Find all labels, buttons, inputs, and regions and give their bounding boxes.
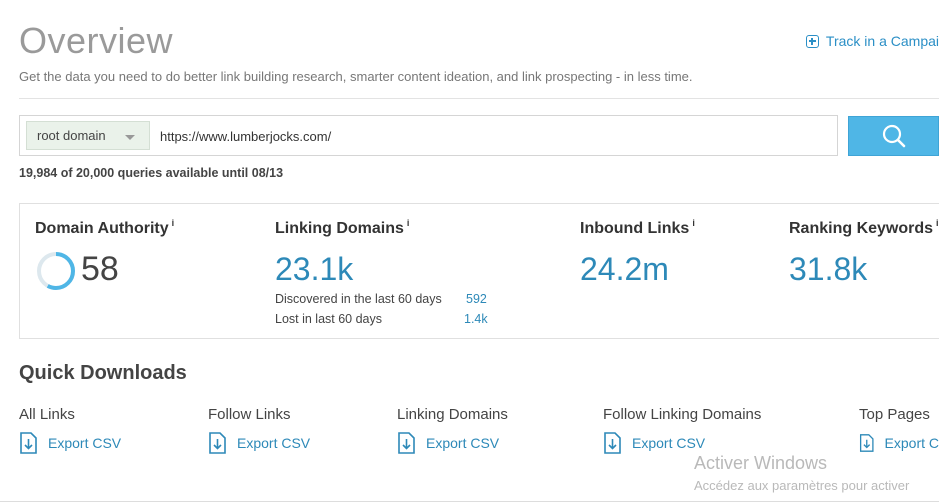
search-icon [882,124,905,148]
url-input[interactable] [158,121,831,152]
download-label: Follow Links [208,406,291,423]
bottom-divider [0,501,939,502]
lost-label: Lost in last 60 days [275,312,383,326]
info-icon[interactable]: i [407,218,410,228]
quick-downloads-title: Quick Downloads [19,362,187,384]
page-subtitle: Get the data you need to do better link … [19,69,693,84]
info-icon[interactable]: i [936,218,939,228]
linking-domains-label: Linking Domains i [275,218,410,237]
export-csv-link[interactable]: Export CSV [397,432,508,454]
download-item: Linking Domains Export CSV [397,406,508,454]
download-item: Top Pages Export C [859,406,939,454]
export-csv-link[interactable]: Export CSV [208,432,310,454]
track-in-campaign-link[interactable]: Track in a Campai [805,33,939,49]
download-item: Follow Links Export CSV [208,406,310,454]
windows-activation-title: Activer Windows [694,453,828,473]
windows-activation-text: Accédez aux paramètres pour activer [694,478,910,493]
search-bar: root domain [19,115,838,156]
discovered-value-link[interactable]: 592 [466,292,487,306]
info-icon[interactable]: i [692,218,695,228]
download-label: Top Pages [859,406,930,423]
track-label: Track in a Campai [825,33,939,49]
domain-authority-label: Domain Authority i [35,218,175,237]
export-csv-link[interactable]: Export CSV [603,432,761,454]
metrics-panel: Domain Authority i 58 Linking Domains i 23… [19,203,939,339]
download-file-icon [20,432,37,454]
scope-select[interactable]: root domain [26,121,150,150]
download-file-icon [859,434,874,452]
download-file-icon [398,432,415,454]
download-item: Follow Linking Domains Export CSV [603,406,761,454]
chevron-down-icon [125,135,135,140]
download-file-icon [209,432,226,454]
inbound-links-label: Inbound Links i [580,218,695,237]
queries-available: 19,984 of 20,000 queries available until… [19,166,284,180]
info-icon[interactable]: i [172,218,175,228]
header-divider [19,98,939,99]
download-file-icon [604,432,621,454]
download-label: Linking Domains [397,406,508,423]
page-title: Overview [19,20,174,61]
export-csv-link[interactable]: Export CSV [19,432,121,454]
lost-value-link[interactable]: 1.4k [464,312,488,326]
download-label: All Links [19,406,75,423]
ranking-keywords-label: Ranking Keywords i [789,218,939,237]
plus-square-icon [805,34,819,48]
search-button[interactable] [848,116,939,156]
domain-authority-gauge [37,252,75,290]
download-item: All Links Export CSV [19,406,121,454]
download-label: Follow Linking Domains [603,406,762,423]
linking-domains-value: 23.1k [275,251,354,287]
ranking-keywords-value: 31.8k [789,251,868,287]
scope-select-value: root domain [37,128,106,143]
discovered-label: Discovered in the last 60 days [275,292,442,306]
export-csv-link[interactable]: Export C [859,432,939,454]
domain-authority-value: 58 [81,250,119,288]
inbound-links-value: 24.2m [580,251,669,287]
